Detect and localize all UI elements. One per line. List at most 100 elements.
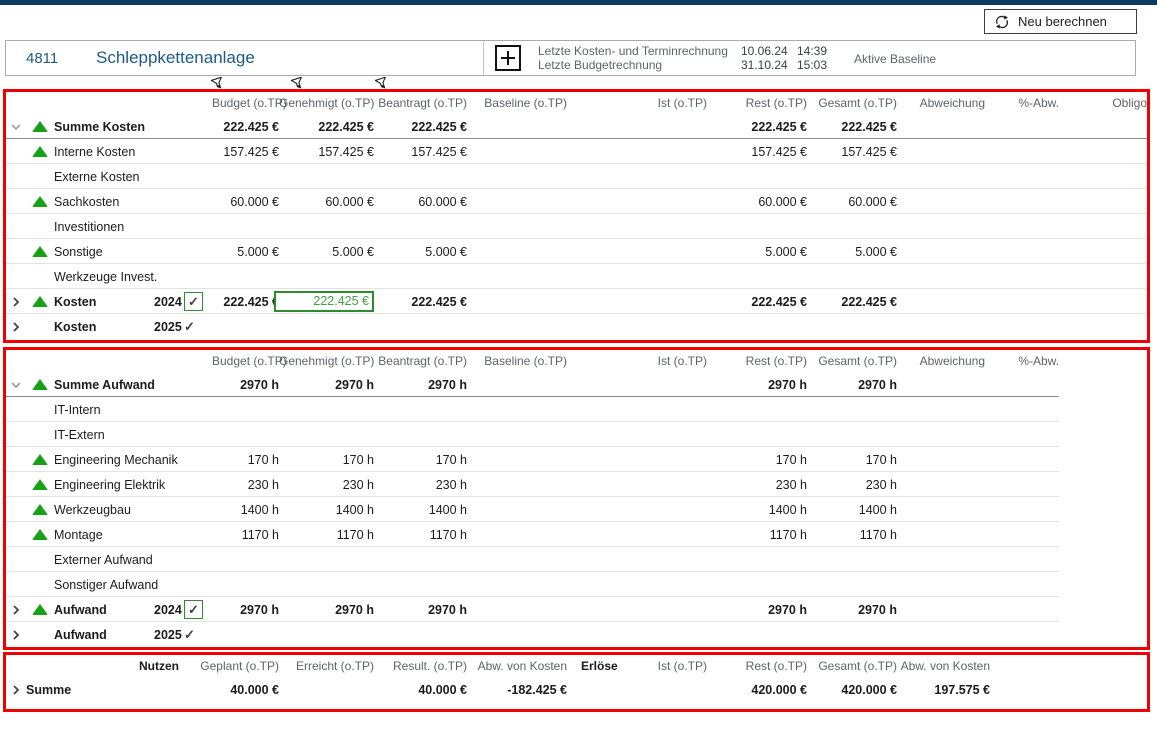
expand-row-control[interactable] [6, 322, 26, 332]
cell-value: 170 h [279, 453, 374, 467]
editable-approved-cell[interactable]: 222.425 € [274, 291, 374, 312]
column-header: Obligo [1059, 96, 1147, 110]
row-label-area: Sonstige [54, 245, 212, 259]
column-header: Gesamt (o.TP) [807, 659, 897, 673]
row-label-area: Kosten2025✓ [54, 319, 212, 335]
row-label: Interne Kosten [54, 145, 184, 159]
collapse-row-control[interactable] [6, 381, 26, 389]
column-header: Genehmigt (o.TP) [279, 96, 374, 110]
cell-value: 170 h [807, 453, 897, 467]
cell-value: 157.425 € [279, 145, 374, 159]
column-header: Ist (o.TP) [622, 659, 707, 673]
chevron-down-icon [11, 123, 21, 131]
cell-value: 1400 h [212, 503, 279, 517]
row-label: Kosten [54, 295, 154, 309]
column-header-row: NutzenGeplant (o.TP)Erreicht (o.TP)Resul… [6, 655, 1147, 677]
year-checkbox[interactable]: ✓ [184, 292, 203, 311]
cell-value: 222.425 € [279, 120, 374, 134]
table-row: Sachkosten60.000 €60.000 €60.000 €60.000… [6, 189, 1147, 214]
trend-up-icon [26, 379, 54, 390]
column-header-row: Budget (o.TP)Genehmigt (o.TP)Beantragt (… [6, 350, 1147, 372]
cell-value: 1170 h [807, 528, 897, 542]
cell-value: 222.425 € [212, 295, 279, 309]
cell-value: 170 h [374, 453, 467, 467]
trend-up-icon [26, 504, 54, 515]
row-label-area: Externe Kosten [54, 170, 212, 184]
table-row: Sonstige5.000 €5.000 €5.000 €5.000 €5.00… [6, 239, 1147, 264]
row-year: 2024 [154, 295, 184, 309]
effort-table: Budget (o.TP)Genehmigt (o.TP)Beantragt (… [3, 347, 1150, 650]
column-header: Baseline (o.TP) [467, 96, 567, 110]
cell-value: 230 h [279, 478, 374, 492]
cell-value: 222.425 € [374, 120, 467, 134]
column-header: Abweichung [897, 96, 985, 110]
row-label: Engineering Elektrik [54, 478, 184, 492]
expand-row-control[interactable] [6, 685, 26, 695]
row-label-area: IT-Extern [54, 428, 212, 442]
cell-value: 170 h [707, 453, 807, 467]
trend-up-triangle [32, 296, 48, 307]
plus-icon [498, 48, 518, 68]
cell-value: 230 h [807, 478, 897, 492]
recalculate-button[interactable]: Neu berechnen [984, 9, 1137, 34]
project-header: 4811 Schleppkettenanlage Letzte Kosten- … [5, 40, 1136, 76]
trend-up-icon [26, 121, 54, 132]
trend-up-icon [26, 454, 54, 465]
collapse-row-control[interactable] [6, 123, 26, 131]
row-label-area: Summe Aufwand [54, 378, 212, 392]
trend-up-triangle [32, 604, 48, 615]
chevron-right-icon [12, 630, 20, 640]
cell-value: 230 h [374, 478, 467, 492]
checkbox-cell: ✓ [184, 600, 212, 619]
column-header: Erlöse [567, 659, 622, 673]
trend-up-triangle [32, 479, 48, 490]
row-label: Engineering Mechanik [54, 453, 184, 467]
trend-up-triangle [32, 246, 48, 257]
column-header: Result. (o.TP) [374, 659, 467, 673]
column-header: Erreicht (o.TP) [279, 659, 374, 673]
column-header: Budget (o.TP) [212, 354, 279, 368]
cell-value: 157.425 € [807, 145, 897, 159]
last-budget-calc-label: Letzte Budgetrechnung [538, 58, 741, 72]
cell-value: 2970 h [279, 378, 374, 392]
column-header: %-Abw. [985, 96, 1059, 110]
row-label-area: Montage [54, 528, 212, 542]
row-label-area: Kosten2024✓ [54, 292, 212, 311]
expand-row-control[interactable] [6, 605, 26, 615]
cell-value: -182.425 € [467, 683, 567, 697]
table-row: Kosten2024✓222.425 €222.425 €222.425 €22… [6, 289, 1147, 314]
cell-value: 222.425 € [374, 295, 467, 309]
row-label: Summe Aufwand [54, 378, 184, 392]
row-label: Sachkosten [54, 195, 184, 209]
cell-value: 222.425 € [707, 120, 807, 134]
cell-value: 60.000 € [212, 195, 279, 209]
column-header: Rest (o.TP) [707, 96, 807, 110]
trend-up-icon [26, 604, 54, 615]
trend-up-icon [26, 529, 54, 540]
column-header: Budget (o.TP) [212, 96, 279, 110]
last-cost-calc-time: 14:39 [797, 44, 839, 58]
expand-row-control[interactable] [6, 630, 26, 640]
column-header: Rest (o.TP) [707, 354, 807, 368]
column-header: Abweichung [897, 354, 985, 368]
calculation-info: Letzte Kosten- und Terminrechnung 10.06.… [538, 44, 839, 72]
cell-value: 2970 h [807, 378, 897, 392]
cell-value: 60.000 € [374, 195, 467, 209]
row-label-area: Engineering Elektrik [54, 478, 212, 492]
cell-value: 5.000 € [807, 245, 897, 259]
last-cost-calc-label: Letzte Kosten- und Terminrechnung [538, 44, 741, 58]
column-header: Gesamt (o.TP) [807, 96, 897, 110]
checkbox-cell: ✓ [184, 627, 212, 643]
cell-value: 222.425 € [707, 295, 807, 309]
row-label-area: Investitionen [54, 220, 212, 234]
last-budget-calc-date: 31.10.24 [741, 58, 797, 72]
add-button[interactable] [495, 45, 521, 71]
cell-value: 197.575 € [897, 683, 990, 697]
expand-row-control[interactable] [6, 297, 26, 307]
cell-value: 2970 h [212, 378, 279, 392]
year-checkmark[interactable]: ✓ [184, 627, 195, 643]
column-header-row: Budget (o.TP)Genehmigt (o.TP)Beantragt (… [6, 92, 1147, 114]
year-checkbox[interactable]: ✓ [184, 600, 203, 619]
column-header: Ist (o.TP) [567, 354, 707, 368]
year-checkmark[interactable]: ✓ [184, 319, 195, 335]
